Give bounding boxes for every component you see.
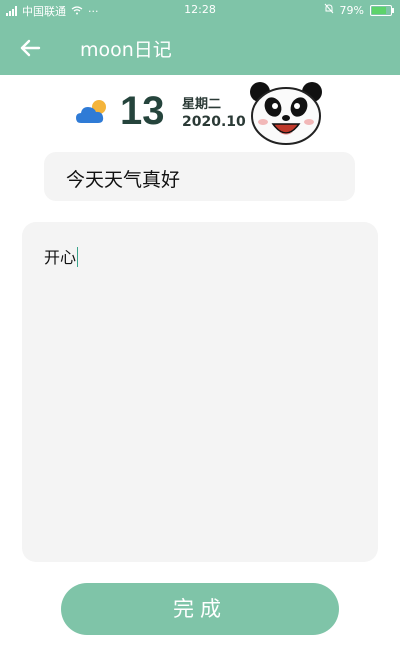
date-header: 13 星期二 2020.10 — [0, 75, 400, 150]
page-title: moon日记 — [80, 39, 172, 61]
status-bar: 中国联通 ··· 12:28 79% — [0, 0, 400, 20]
weekday-label: 星期二 — [182, 97, 222, 112]
text-cursor — [77, 247, 79, 267]
diary-title-input[interactable]: 今天天气真好 — [44, 152, 355, 201]
back-button[interactable] — [14, 32, 46, 64]
battery-icon — [370, 4, 394, 16]
year-month-label: 2020.10 — [182, 114, 246, 130]
panda-icon — [250, 82, 322, 145]
partly-cloudy-icon[interactable] — [75, 97, 111, 127]
app-bar: moon日记 — [0, 20, 400, 75]
done-button[interactable]: 完成 — [61, 583, 339, 635]
arrow-left-icon — [20, 39, 41, 57]
mute-icon — [324, 3, 334, 17]
day-number: 13 — [120, 89, 165, 133]
diary-content-input[interactable]: 开心 — [22, 222, 378, 562]
panda-avatar[interactable] — [246, 80, 326, 146]
diary-content-text: 开心 — [44, 248, 77, 267]
battery-percent: 79% — [339, 3, 364, 17]
